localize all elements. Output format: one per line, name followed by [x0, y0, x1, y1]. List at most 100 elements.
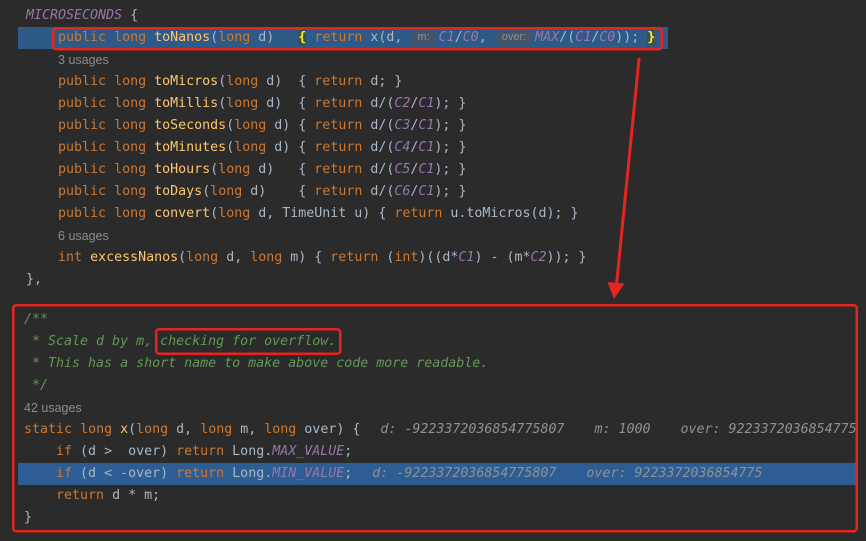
- code-keyword: public: [58, 74, 107, 89]
- code-method-name: excessNanos: [90, 250, 179, 265]
- code-line[interactable]: return d * m;: [24, 485, 857, 507]
- code-line[interactable]: public long convert(long d, TimeUnit u) …: [26, 203, 655, 225]
- code-keyword: return: [56, 488, 105, 503]
- code-text: )); }: [546, 250, 587, 265]
- code-line[interactable]: * This has a short name to make above co…: [24, 353, 857, 375]
- code-constant: C1: [458, 250, 475, 265]
- code-text: d) {: [258, 74, 315, 89]
- code-keyword: return: [394, 206, 443, 221]
- code-text: (: [218, 96, 227, 111]
- code-keyword: long: [114, 206, 147, 221]
- code-keyword: long: [80, 422, 113, 437]
- debugger-inline-value: d: -9223372036854775807: [380, 422, 565, 437]
- code-text: Long.: [224, 466, 273, 481]
- code-text: d/(: [362, 162, 395, 177]
- code-keyword: long: [200, 422, 233, 437]
- code-keyword: long: [114, 74, 147, 89]
- current-frame-line[interactable]: public long toNanos(long d) { return x(d…: [17, 27, 669, 49]
- code-keyword: public: [58, 118, 107, 133]
- code-editor[interactable]: MICROSECONDS { public long toNanos(long …: [0, 0, 866, 541]
- code-method-name: x: [120, 422, 129, 437]
- code-constant: C1: [418, 96, 435, 111]
- code-line[interactable]: public long toMillis(long d) { return d/…: [26, 93, 655, 115]
- code-constant: C2: [394, 96, 411, 111]
- code-text: ); }: [434, 184, 467, 199]
- code-line[interactable]: /**: [24, 309, 857, 331]
- code-text: d * m;: [104, 488, 161, 503]
- code-keyword: public: [58, 162, 107, 177]
- code-keyword: public: [58, 206, 107, 221]
- code-text: d/(: [362, 140, 395, 155]
- code-text: }: [24, 510, 33, 525]
- debugger-inline-value: m: 1000: [594, 422, 651, 437]
- code-keyword: return: [176, 444, 225, 459]
- code-line[interactable]: * Scale d by m, checking for overflow.: [24, 331, 857, 353]
- code-line[interactable]: */: [24, 375, 857, 397]
- code-keyword: if: [56, 444, 73, 459]
- code-text: },: [26, 272, 43, 287]
- code-keyword: return: [314, 162, 363, 177]
- code-line[interactable]: if (d > over) return Long.MAX_VALUE;: [24, 441, 857, 463]
- code-constant: C0: [599, 30, 616, 45]
- code-constant: C2: [530, 250, 547, 265]
- code-text: d,: [218, 250, 251, 265]
- code-constant: C1: [418, 162, 435, 177]
- microseconds-enum-constant-body: MICROSECONDS { public long toNanos(long …: [17, 5, 669, 291]
- code-line[interactable]: public long toMinutes(long d) { return d…: [26, 137, 655, 159]
- code-text: ); }: [434, 118, 467, 133]
- code-constant: MICROSECONDS: [26, 8, 123, 23]
- usages-line: 42 usages: [24, 397, 857, 419]
- code-method-name: toNanos: [154, 30, 211, 45]
- code-text: ); }: [434, 162, 467, 177]
- usages-hint[interactable]: 42 usages: [24, 401, 82, 415]
- code-keyword: long: [114, 96, 147, 111]
- code-line[interactable]: static long x(long d, long m, long over)…: [24, 419, 857, 441]
- code-method-name: toHours: [154, 162, 211, 177]
- code-keyword: long: [114, 162, 147, 177]
- code-text: (: [210, 162, 219, 177]
- code-text: (d > over): [72, 444, 177, 459]
- code-constant: C3: [394, 118, 411, 133]
- code-keyword: public: [58, 184, 107, 199]
- code-keyword: long: [186, 250, 219, 265]
- code-constant: C1: [418, 184, 435, 199]
- code-line[interactable]: },: [26, 269, 655, 291]
- code-text: ); }: [434, 96, 467, 111]
- code-text: (: [218, 74, 227, 89]
- code-line[interactable]: public long toMicros(long d) { return d;…: [26, 71, 655, 93]
- code-text: (: [178, 250, 187, 265]
- code-method-name: toMillis: [154, 96, 219, 111]
- usages-line: 6 usages: [26, 225, 655, 247]
- code-constant: C1: [575, 30, 592, 45]
- code-line[interactable]: public long toSeconds(long d) { return d…: [26, 115, 655, 137]
- code-constant: MIN_VALUE: [272, 466, 345, 481]
- code-line[interactable]: MICROSECONDS {: [26, 5, 655, 27]
- code-method-name: toDays: [154, 184, 203, 199]
- debugger-inline-value: d: -9223372036854775807: [372, 466, 557, 481]
- code-line[interactable]: public long toDays(long d) { return d/(C…: [26, 181, 655, 203]
- code-text: x(d,: [362, 30, 411, 45]
- code-line[interactable]: public long toHours(long d) { return d/(…: [26, 159, 655, 181]
- execution-point-line[interactable]: if (d < -over) return Long.MIN_VALUE; d: …: [18, 463, 858, 485]
- usages-hint[interactable]: 6 usages: [58, 229, 109, 243]
- code-keyword: long: [114, 140, 147, 155]
- code-constant: C6: [394, 184, 411, 199]
- code-line[interactable]: }: [24, 507, 857, 529]
- code-line[interactable]: int excessNanos(long d, long m) { return…: [26, 247, 655, 269]
- code-keyword: return: [314, 184, 363, 199]
- code-text: Long.: [224, 444, 273, 459]
- usages-hint[interactable]: 3 usages: [58, 53, 109, 67]
- code-keyword: int: [58, 250, 83, 265]
